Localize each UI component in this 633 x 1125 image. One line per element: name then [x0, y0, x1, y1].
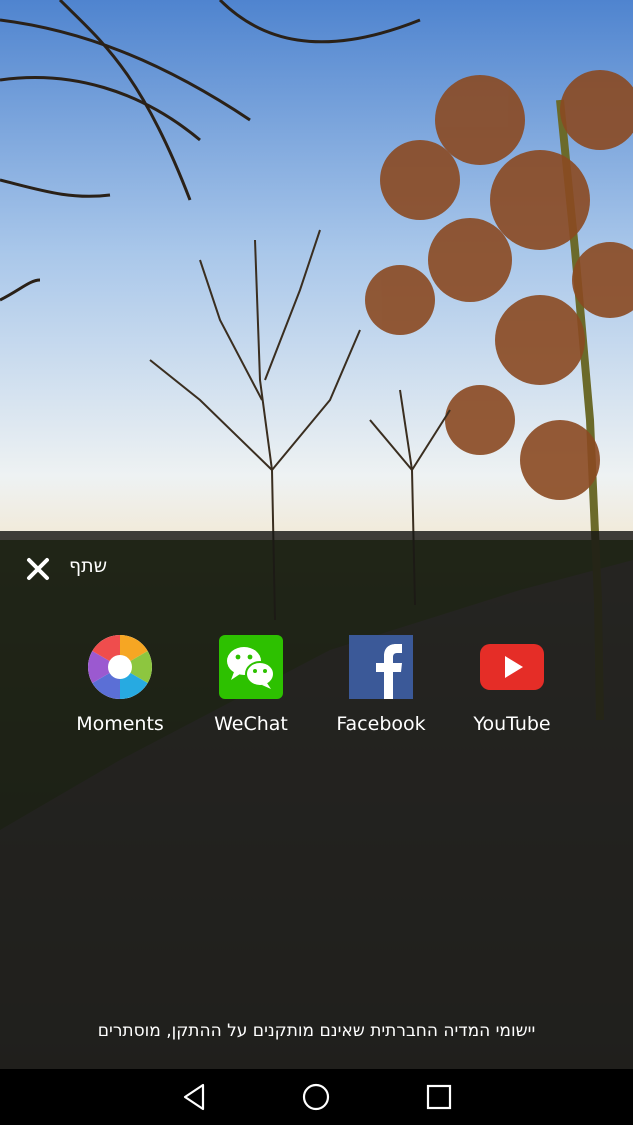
share-sheet: שתף Moments WeChat Facebook YouTube יישו… [0, 531, 633, 1069]
youtube-icon [480, 644, 544, 690]
share-app-moments[interactable]: Moments [55, 634, 185, 744]
moments-icon [88, 635, 152, 699]
share-app-youtube[interactable]: YouTube [447, 634, 577, 744]
back-triangle-icon[interactable] [176, 1081, 212, 1113]
close-icon[interactable] [22, 553, 54, 585]
share-app-wechat[interactable]: WeChat [186, 634, 316, 744]
app-label: YouTube [473, 713, 551, 735]
recents-square-icon[interactable] [421, 1081, 457, 1113]
share-app-list: Moments WeChat Facebook YouTube [0, 634, 633, 744]
hidden-apps-note: יישומי המדיה החברתית שאינם מותקנים על הה… [97, 1021, 536, 1041]
app-label: Moments [76, 713, 164, 735]
navigation-bar [0, 1069, 633, 1125]
share-app-facebook[interactable]: Facebook [316, 634, 446, 744]
share-header: שתף [0, 531, 633, 607]
home-circle-icon[interactable] [298, 1081, 334, 1113]
share-title: שתף [69, 555, 108, 577]
facebook-icon [349, 635, 413, 699]
app-label: Facebook [336, 713, 426, 735]
app-label: WeChat [214, 713, 288, 735]
wechat-icon [219, 635, 283, 699]
